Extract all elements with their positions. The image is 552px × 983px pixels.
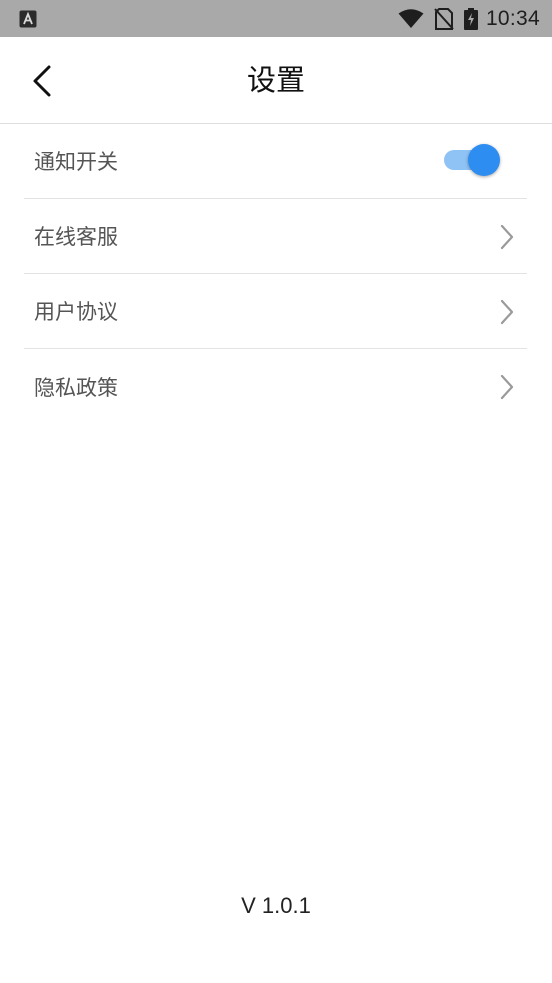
settings-row-label: 用户协议 <box>34 300 118 324</box>
chevron-right-icon <box>500 299 514 325</box>
no-sim-icon <box>434 7 454 30</box>
battery-charging-icon <box>463 7 478 30</box>
app-version: V 1.0.1 <box>241 893 311 918</box>
chevron-right-icon <box>500 374 514 400</box>
page-title: 设置 <box>246 63 305 97</box>
toggle-thumb <box>468 144 500 176</box>
status-time: 10:34 <box>485 6 540 30</box>
settings-list: 通知开关 在线客服 用户协议 隐私政策 <box>24 124 527 424</box>
notification-toggle-label: 通知开关 <box>34 150 118 174</box>
settings-row-privacy-policy[interactable]: 隐私政策 <box>24 349 527 424</box>
chevron-right-icon <box>500 224 514 250</box>
notification-toggle[interactable] <box>444 144 500 176</box>
wifi-icon <box>398 8 424 28</box>
status-icons: 10:34 <box>398 0 540 37</box>
settings-row-notification: 通知开关 <box>24 124 527 199</box>
settings-row-online-service[interactable]: 在线客服 <box>24 199 527 274</box>
settings-row-user-agreement[interactable]: 用户协议 <box>24 274 527 349</box>
settings-row-label: 在线客服 <box>34 225 118 249</box>
settings-row-label: 隐私政策 <box>34 375 118 400</box>
status-bar: 10:34 <box>0 0 552 37</box>
app-header: 设置 <box>0 37 552 124</box>
app-notification-icon <box>19 10 37 28</box>
